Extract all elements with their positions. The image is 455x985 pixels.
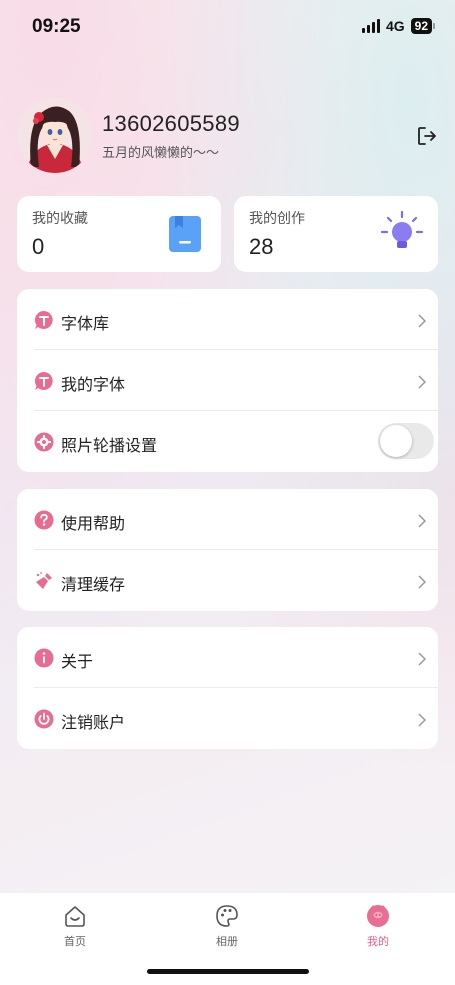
bookmark-icon: [165, 214, 205, 254]
chevron-right-icon: [418, 651, 427, 666]
home-face-icon: [65, 906, 85, 927]
menu-item-delete-account[interactable]: 注销账户: [17, 688, 438, 749]
creations-count: 28: [249, 234, 274, 259]
info-icon: [34, 648, 54, 668]
favorites-label: 我的收藏: [32, 211, 88, 227]
power-icon: [34, 709, 54, 729]
profile-header: 13602605589 五月的风懒懒的～～: [17, 97, 438, 175]
menu-item-font-library[interactable]: 字体库: [17, 289, 438, 350]
font-settings-group: 字体库 我的字体 照片轮播设置: [17, 289, 438, 472]
user-phone: 13602605589: [102, 111, 240, 136]
tab-label: 相册: [216, 935, 238, 948]
status-bar: 09:25 4G 92: [0, 0, 455, 54]
tab-mine[interactable]: 我的: [348, 903, 408, 951]
support-group: 使用帮助 清理缓存: [17, 489, 438, 611]
help-icon: [34, 510, 54, 530]
menu-item-label: 字体库: [61, 314, 110, 333]
network-type: 4G: [385, 18, 405, 34]
signal-icon: [361, 19, 380, 33]
user-motto: 五月的风懒懒的～～: [102, 146, 220, 161]
battery-level: 92: [410, 18, 432, 34]
broom-icon: [34, 571, 54, 591]
menu-item-my-fonts[interactable]: 我的字体: [17, 350, 438, 411]
tab-label: 首页: [64, 935, 86, 948]
menu-item-label: 关于: [61, 652, 94, 671]
avatar[interactable]: [17, 97, 93, 173]
home-indicator: [147, 969, 309, 974]
creations-card[interactable]: 我的创作 28: [234, 196, 438, 272]
menu-item-photo-carousel: 照片轮播设置: [17, 411, 438, 472]
toggle-knob: [380, 425, 412, 457]
palette-icon: [216, 905, 238, 927]
lightbulb-icon: [379, 210, 425, 256]
photo-carousel-toggle[interactable]: [378, 423, 434, 459]
font-t-icon: [34, 371, 54, 391]
tab-album[interactable]: 相册: [197, 903, 257, 951]
menu-item-label: 照片轮播设置: [61, 436, 158, 455]
avatar-anime-girl: [17, 97, 93, 173]
status-time: 09:25: [32, 16, 81, 37]
chevron-right-icon: [418, 313, 427, 328]
tab-label: 我的: [367, 935, 389, 948]
menu-item-label: 我的字体: [61, 375, 126, 394]
logout-icon[interactable]: [416, 125, 438, 147]
creations-label: 我的创作: [249, 211, 305, 227]
chevron-right-icon: [418, 374, 427, 389]
chevron-right-icon: [418, 513, 427, 528]
menu-item-label: 清理缓存: [61, 575, 126, 594]
menu-item-label: 注销账户: [61, 713, 126, 732]
menu-item-label: 使用帮助: [61, 514, 126, 533]
favorites-count: 0: [32, 234, 45, 259]
chevron-right-icon: [418, 574, 427, 589]
chevron-right-icon: [418, 712, 427, 727]
font-t-icon: [34, 310, 54, 330]
menu-item-help[interactable]: 使用帮助: [17, 489, 438, 550]
menu-item-clear-cache[interactable]: 清理缓存: [17, 550, 438, 611]
favorites-card[interactable]: 我的收藏 0: [17, 196, 221, 272]
menu-item-about[interactable]: 关于: [17, 627, 438, 688]
gear-icon: [34, 432, 54, 452]
pig-face-icon: [367, 905, 389, 927]
battery-icon: 92: [410, 18, 435, 34]
status-indicators: 4G 92: [361, 18, 435, 34]
tab-home[interactable]: 首页: [45, 903, 105, 951]
account-group: 关于 注销账户: [17, 627, 438, 749]
